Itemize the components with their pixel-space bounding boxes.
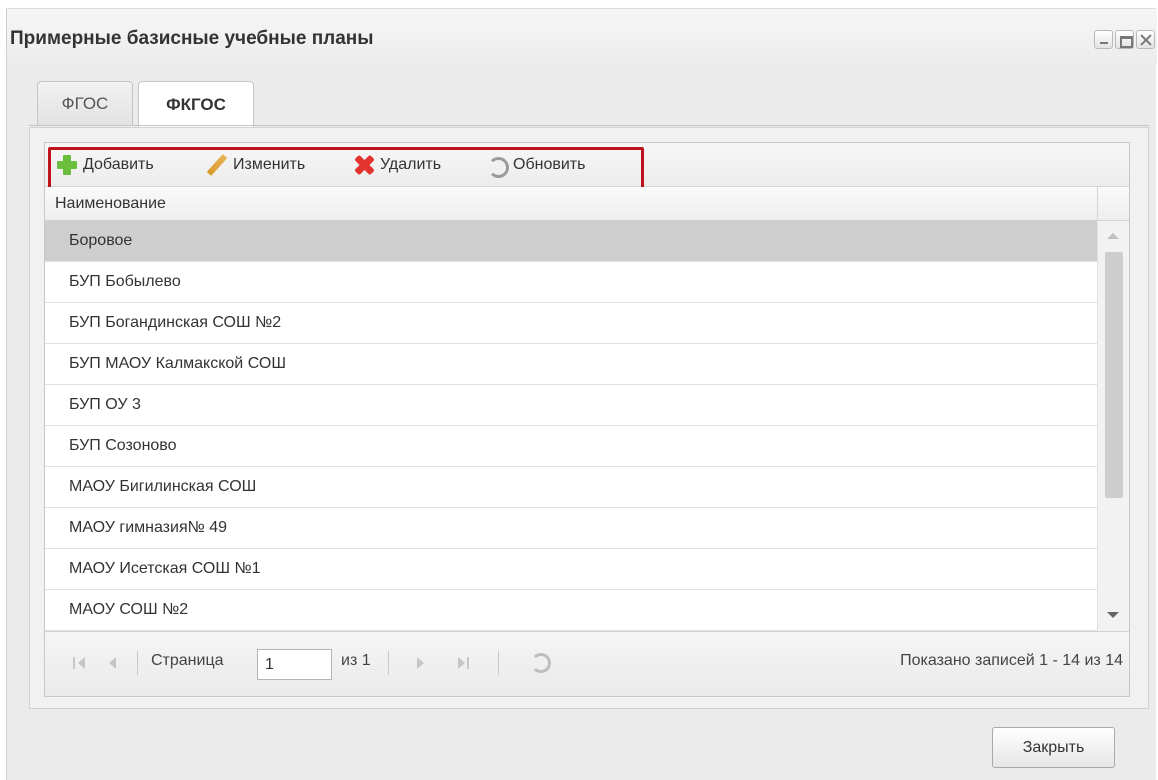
table-row[interactable]: МАОУ гимназия№ 49	[45, 508, 1097, 549]
next-page-icon[interactable]	[413, 654, 431, 672]
prev-page-icon[interactable]	[105, 654, 123, 672]
close-button[interactable]: Закрыть	[992, 727, 1115, 768]
table-row[interactable]: Боровое	[45, 221, 1097, 262]
scrollbar-thumb[interactable]	[1105, 252, 1123, 498]
records-info: Показано записей 1 - 14 из 14	[900, 652, 1123, 669]
table-row[interactable]: МАОУ Исетская СОШ №1	[45, 549, 1097, 590]
maximize-icon[interactable]	[1115, 30, 1134, 49]
tab-strip: ФГОС ФКГОС	[7, 65, 1157, 128]
scroll-up-icon[interactable]	[1107, 233, 1119, 239]
grid-rows: Боровое БУП Бобылево БУП Богандинская СОШ …	[45, 221, 1097, 631]
toolbar-highlight-frame	[48, 147, 644, 190]
grid-panel: Добавить Изменить Удалить Обновить Наиме…	[44, 142, 1130, 697]
table-row[interactable]: БУП ОУ 3	[45, 385, 1097, 426]
window-controls	[1094, 30, 1155, 49]
paging-toolbar: Страница из 1 Показано записей 1 - 14 из…	[45, 631, 1129, 696]
page-label: Страница	[151, 652, 224, 669]
scroll-down-icon[interactable]	[1107, 612, 1119, 618]
title-bar[interactable]: Примерные базисные учебные планы	[7, 9, 1157, 65]
dialog-window: Примерные базисные учебные планы ФГОС ФК…	[6, 8, 1157, 780]
table-row[interactable]: МАОУ СОШ №2	[45, 590, 1097, 631]
window-title: Примерные базисные учебные планы	[10, 28, 374, 49]
page-count-label: из 1	[341, 652, 371, 669]
table-row[interactable]: БУП Богандинская СОШ №2	[45, 303, 1097, 344]
minimize-icon[interactable]	[1094, 30, 1113, 49]
table-row[interactable]: БУП МАОУ Калмакской СОШ	[45, 344, 1097, 385]
vertical-scrollbar[interactable]	[1097, 221, 1129, 631]
tab-fgos[interactable]: ФГОС	[37, 81, 133, 126]
pager-separator	[498, 651, 499, 675]
table-row[interactable]: МАОУ Бигилинская СОШ	[45, 467, 1097, 508]
close-icon[interactable]	[1136, 30, 1155, 49]
pager-separator	[388, 651, 389, 675]
pager-refresh-icon[interactable]	[528, 650, 551, 673]
pager-separator	[137, 651, 138, 675]
tab-fkgos[interactable]: ФКГОС	[138, 81, 254, 128]
page-number-input[interactable]	[257, 649, 332, 680]
last-page-icon[interactable]	[455, 654, 473, 672]
tab-divider	[29, 125, 1149, 126]
tab-panel: Добавить Изменить Удалить Обновить Наиме…	[29, 127, 1149, 709]
header-scroll-spacer	[1097, 187, 1129, 221]
grid-toolbar: Добавить Изменить Удалить Обновить	[45, 143, 1129, 190]
first-page-icon[interactable]	[73, 654, 91, 672]
table-row[interactable]: БУП Созоново	[45, 426, 1097, 467]
table-row[interactable]: БУП Бобылево	[45, 262, 1097, 303]
column-header-name[interactable]: Наименование	[45, 187, 1097, 221]
